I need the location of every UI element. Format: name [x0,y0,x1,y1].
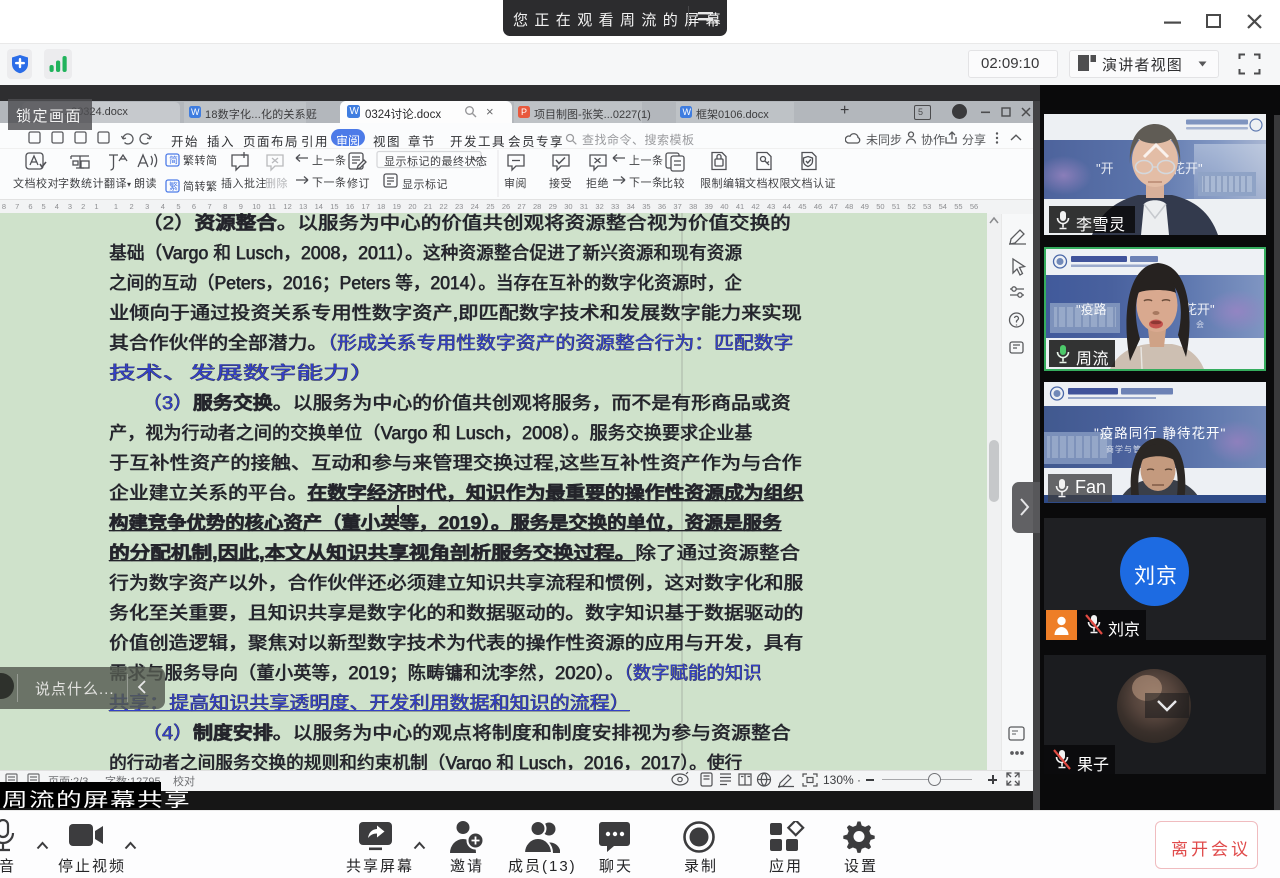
svg-text:1: 1 [94,202,98,211]
svg-text:54: 54 [939,202,947,211]
svg-text:4: 4 [55,202,59,211]
svg-text:36: 36 [658,202,666,211]
svg-text:13: 13 [299,202,307,211]
svg-text:37: 37 [673,202,681,211]
svg-text:21: 21 [424,202,432,211]
svg-text:7: 7 [15,202,19,211]
svg-text:30: 30 [564,202,572,211]
svg-text:1: 1 [114,202,118,211]
svg-text:31: 31 [580,202,588,211]
svg-text:24: 24 [471,202,479,211]
svg-text:10: 10 [252,202,260,211]
svg-text:28: 28 [533,202,541,211]
svg-text:16: 16 [346,202,354,211]
svg-text:9: 9 [239,202,243,211]
svg-text:56: 56 [970,202,978,211]
svg-text:3: 3 [145,202,149,211]
svg-text:17: 17 [361,202,369,211]
svg-text:12: 12 [283,202,291,211]
svg-text:14: 14 [315,202,323,211]
svg-text:繁: 繁 [169,181,178,192]
svg-text:22: 22 [439,202,447,211]
svg-text:55: 55 [954,202,962,211]
svg-text:3: 3 [68,202,72,211]
svg-text:25: 25 [486,202,494,211]
svg-text:51: 51 [892,202,900,211]
svg-text:15: 15 [330,202,338,211]
svg-text:7: 7 [208,202,212,211]
svg-text:49: 49 [861,202,869,211]
svg-text:53: 53 [923,202,931,211]
svg-text:50: 50 [876,202,884,211]
svg-text:2: 2 [130,202,134,211]
svg-text:6: 6 [28,202,32,211]
svg-text:40: 40 [720,202,728,211]
svg-text:27: 27 [517,202,525,211]
svg-text:32: 32 [595,202,603,211]
svg-text:19: 19 [393,202,401,211]
svg-text:8: 8 [2,202,6,211]
svg-text:5: 5 [176,202,180,211]
svg-text:29: 29 [549,202,557,211]
svg-text:33: 33 [611,202,619,211]
svg-text:38: 38 [689,202,697,211]
svg-text:8: 8 [223,202,227,211]
svg-text:47: 47 [829,202,837,211]
svg-text:43: 43 [767,202,775,211]
svg-text:46: 46 [814,202,822,211]
svg-text:6: 6 [192,202,196,211]
svg-text:35: 35 [642,202,650,211]
svg-text:26: 26 [502,202,510,211]
svg-text:45: 45 [798,202,806,211]
svg-text:41: 41 [736,202,744,211]
svg-text:18: 18 [377,202,385,211]
svg-text:48: 48 [845,202,853,211]
svg-text:4: 4 [161,202,165,211]
svg-text:5: 5 [42,202,46,211]
svg-text:42: 42 [751,202,759,211]
svg-text:11: 11 [268,202,276,211]
svg-text:44: 44 [783,202,791,211]
svg-text:20: 20 [408,202,416,211]
svg-text:23: 23 [455,202,463,211]
svg-text:简: 简 [169,155,178,166]
svg-text:2: 2 [81,202,85,211]
svg-text:34: 34 [627,202,635,211]
svg-text:39: 39 [705,202,713,211]
svg-text:52: 52 [907,202,915,211]
